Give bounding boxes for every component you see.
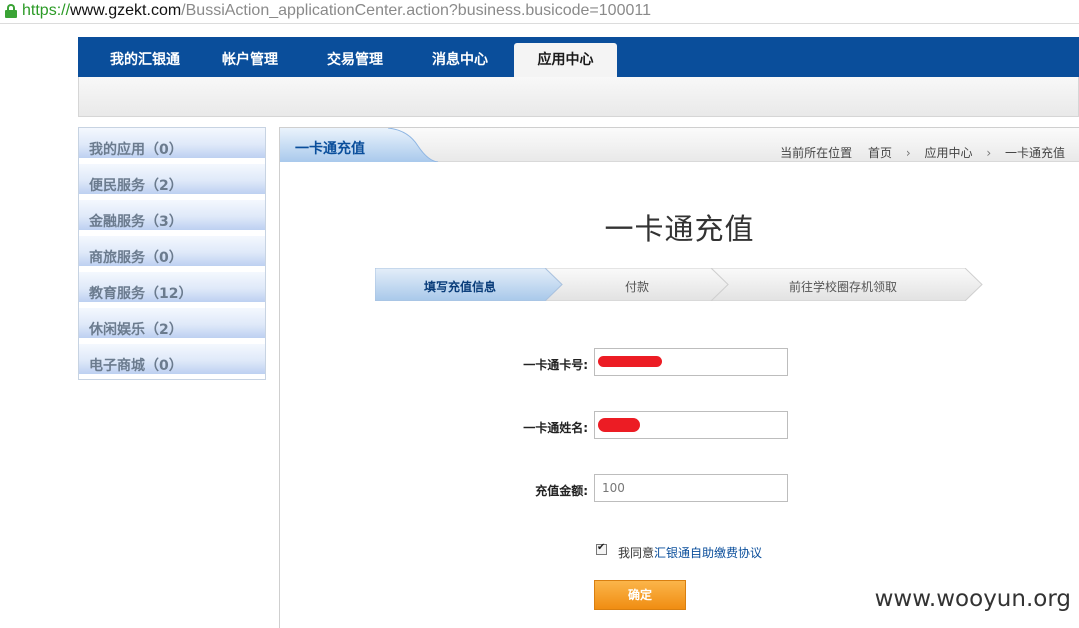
nav-item-app-center[interactable]: 应用中心	[514, 43, 617, 77]
sidebar-item-mall[interactable]: 电子商城（0）	[79, 344, 265, 374]
panel-title: 一卡通充值	[295, 141, 365, 157]
panel-header: 一卡通充值 当前所在位置 首页 › 应用中心 › 一卡通充值	[280, 128, 1079, 162]
step-payment: 付款	[624, 280, 649, 294]
agree-checkbox[interactable]	[596, 542, 607, 555]
sidebar: 我的应用（0） 便民服务（2） 金融服务（3） 商旅服务（0） 教育服务（12）…	[78, 127, 266, 380]
amount-label: 充值金额:	[535, 484, 588, 498]
sidebar-item-leisure[interactable]: 休闲娱乐（2）	[79, 308, 265, 338]
agree-prefix: 我同意	[618, 546, 655, 560]
redaction-mark	[598, 418, 640, 432]
main-panel: 一卡通充值 当前所在位置 首页 › 应用中心 › 一卡通充值 一卡通充值 填写充…	[279, 127, 1079, 628]
nav-item-my-huiyintong[interactable]: 我的汇银通	[95, 37, 195, 77]
breadcrumb: 当前所在位置 首页 › 应用中心 › 一卡通充值	[780, 144, 1065, 161]
chevron-right-icon: ›	[986, 146, 992, 160]
card-name-label: 一卡通姓名:	[523, 421, 588, 435]
nav-item-account[interactable]: 帐户管理	[205, 37, 295, 77]
breadcrumb-current: 一卡通充值	[1004, 146, 1065, 160]
chevron-right-icon: ›	[905, 146, 911, 160]
nav-item-transactions[interactable]: 交易管理	[310, 37, 400, 77]
card-name-input[interactable]	[594, 411, 788, 439]
sub-nav-bar	[78, 77, 1079, 117]
breadcrumb-app-center[interactable]: 应用中心	[925, 144, 973, 161]
card-number-input[interactable]	[594, 348, 788, 376]
sidebar-item-travel[interactable]: 商旅服务（0）	[79, 236, 265, 266]
step-fill-info: 填写充值信息	[423, 280, 496, 294]
step-collect: 前往学校圈存机领取	[788, 280, 897, 294]
card-number-label: 一卡通卡号:	[523, 358, 588, 372]
watermark: www.wooyun.org	[874, 586, 1071, 612]
breadcrumb-home[interactable]: 首页	[868, 144, 892, 161]
sidebar-item-my-apps[interactable]: 我的应用（0）	[79, 128, 265, 158]
url-host: www.gzekt.com	[70, 2, 182, 19]
breadcrumb-prefix: 当前所在位置	[780, 146, 853, 160]
top-nav: 我的汇银通 帐户管理 交易管理 消息中心 应用中心	[78, 37, 1079, 77]
confirm-button[interactable]: 确定	[594, 580, 686, 610]
url-text[interactable]: https://www.gzekt.com/BussiAction_applic…	[22, 2, 651, 20]
url-protocol: https://	[22, 2, 71, 19]
sidebar-item-convenience[interactable]: 便民服务（2）	[79, 164, 265, 194]
panel-tab: 一卡通充值	[280, 128, 439, 162]
progress-steps: 填写充值信息 付款 前往学校圈存机领取	[375, 268, 983, 301]
agree-text: 我同意汇银通自助缴费协议	[618, 544, 762, 561]
redaction-mark	[598, 356, 662, 367]
sidebar-item-education[interactable]: 教育服务（12）	[79, 272, 265, 302]
sidebar-item-finance[interactable]: 金融服务（3）	[79, 200, 265, 230]
nav-item-messages[interactable]: 消息中心	[415, 37, 505, 77]
address-bar[interactable]: https://www.gzekt.com/BussiAction_applic…	[0, 0, 1079, 24]
page-title: 一卡通充值	[604, 212, 755, 246]
agreement-link[interactable]: 汇银通自助缴费协议	[654, 546, 762, 560]
url-path: /BussiAction_applicationCenter.action?bu…	[181, 2, 651, 19]
lock-icon	[5, 4, 17, 18]
amount-input[interactable]: 100	[594, 474, 788, 502]
